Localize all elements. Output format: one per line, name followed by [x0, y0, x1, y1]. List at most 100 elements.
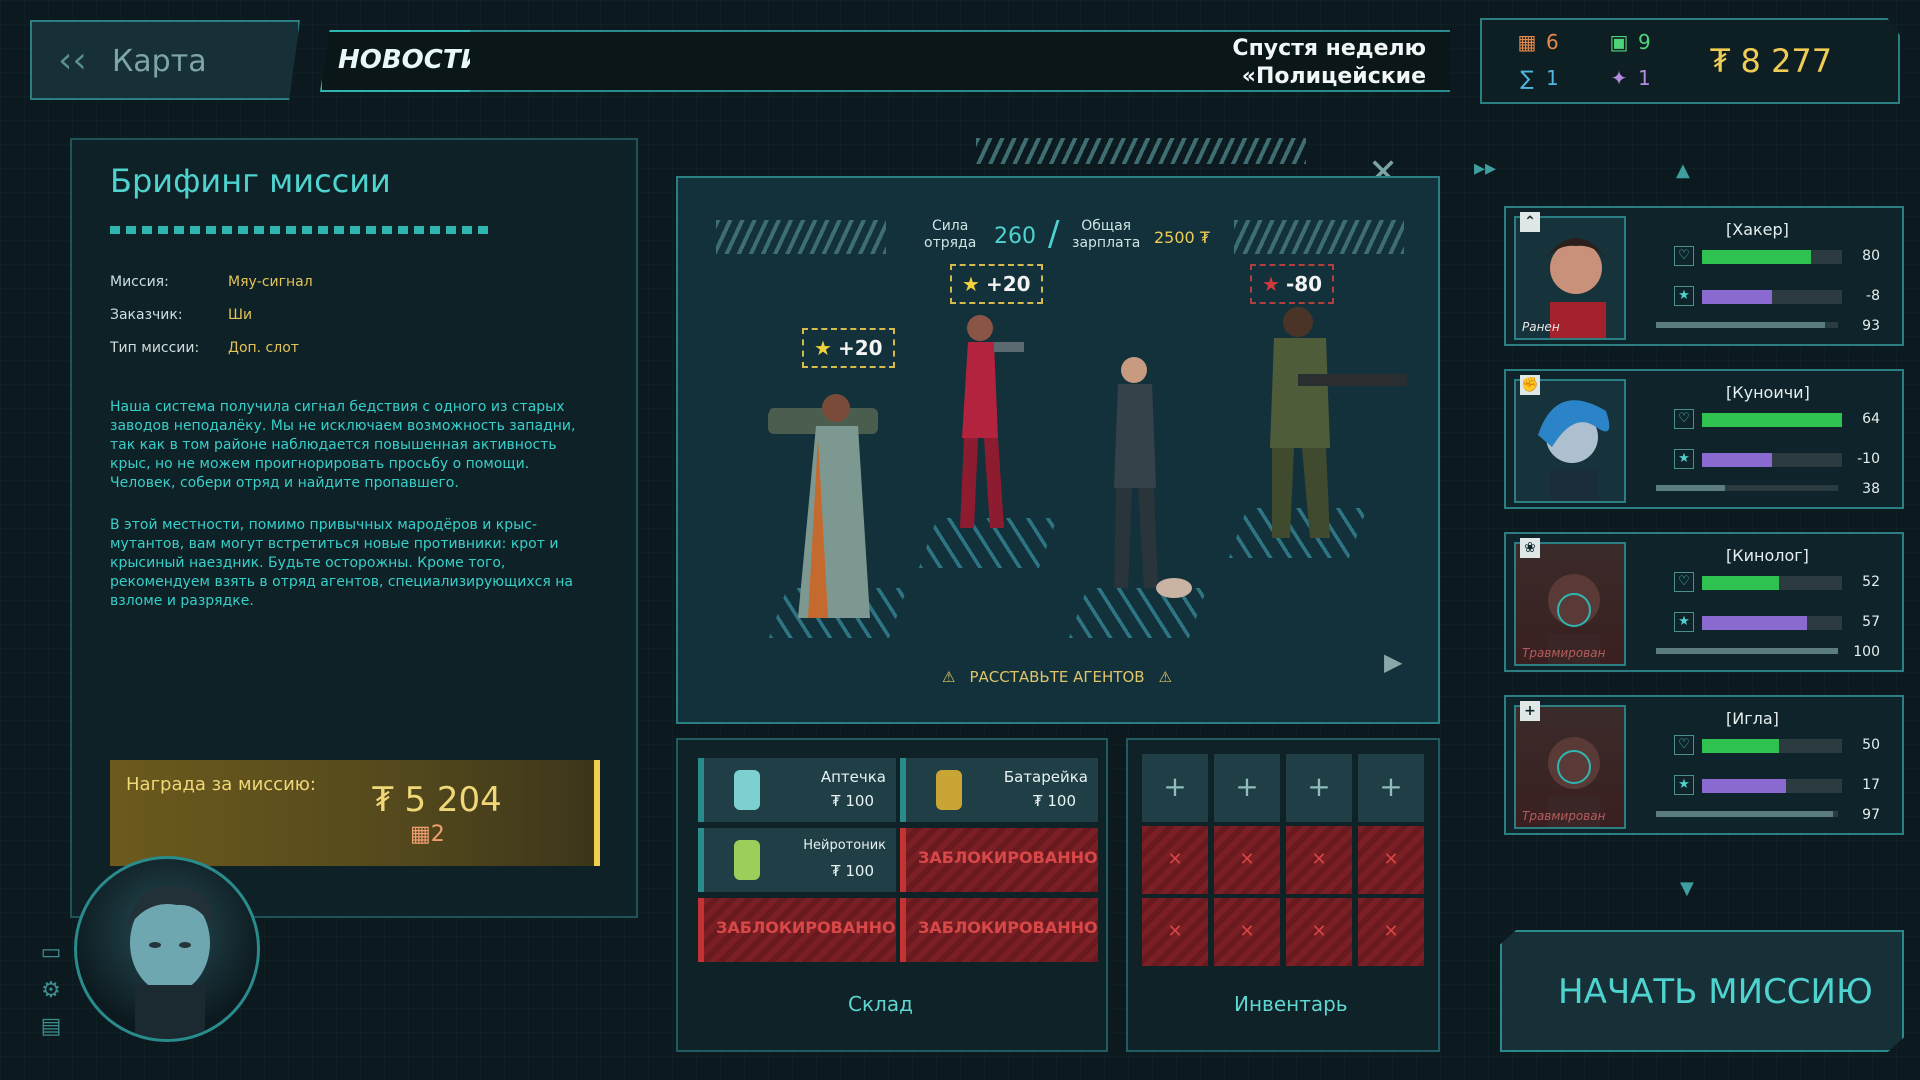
inventory-add-slot[interactable]: + — [1214, 754, 1280, 822]
xp-fill — [1656, 322, 1826, 328]
news-tab[interactable]: НОВОСТИ — [320, 30, 480, 92]
chip-icon: ▦ — [1517, 30, 1537, 54]
star-icon: ★ — [814, 336, 832, 360]
agent-name: [Кинолог] — [1726, 546, 1809, 565]
morale-star-icon: ★ — [1674, 286, 1694, 306]
journal-icon[interactable]: ▤ — [36, 1014, 66, 1040]
settings-gear-icon[interactable]: ⚙ — [36, 978, 66, 1004]
paw-icon: ❀ — [1520, 538, 1540, 558]
back-to-map-button[interactable]: ‹‹ Карта — [30, 20, 300, 100]
inventory-locked-slot: ✕ — [1214, 898, 1280, 966]
agent-figure[interactable] — [1238, 298, 1408, 548]
neurotonic-icon — [734, 840, 760, 880]
agent-name: [Куноичи] — [1726, 383, 1810, 402]
health-value: 50 — [1862, 737, 1880, 753]
plus-icon: + — [1520, 701, 1540, 721]
roster-card-hacker[interactable]: Ранен ⌃ [Хакер] ♡ 80 ★ -8 93 — [1504, 206, 1904, 346]
strength-label: Сила отряда — [924, 218, 977, 251]
health-icon: ♡ — [1674, 735, 1694, 755]
store-item-battery[interactable]: Батарейка ₮ 100 — [900, 758, 1098, 822]
decor-stripes — [1234, 220, 1404, 254]
commander-avatar[interactable] — [74, 856, 260, 1042]
xp-value: 100 — [1853, 644, 1880, 660]
agent-figure[interactable] — [1078, 348, 1198, 598]
locked-label: ЗАБЛОКИРОВАННО — [716, 918, 896, 937]
agent-status: Травмирован — [1522, 646, 1606, 660]
xp-value: 97 — [1862, 807, 1880, 823]
inventory-locked-slot: ✕ — [1358, 826, 1424, 894]
agent-portrait: Ранен — [1514, 216, 1626, 340]
agent-name: [Хакер] — [1726, 220, 1789, 239]
start-mission-label: НАЧАТЬ МИССИЮ — [1558, 972, 1873, 1012]
xp-bar — [1656, 322, 1838, 328]
xp-fill — [1656, 648, 1838, 654]
star-icon: ★ — [1262, 272, 1280, 296]
morale-star-icon: ★ — [1674, 612, 1694, 632]
morale-star-icon: ★ — [1674, 775, 1694, 795]
agent-figure[interactable] — [928, 308, 1038, 538]
reward-extra: ▦2 — [410, 822, 445, 847]
reward-label: Награда за миссию: — [126, 774, 316, 795]
agent-figure[interactable] — [758, 368, 908, 628]
inventory-locked-slot: ✕ — [1142, 826, 1208, 894]
morale-value: 17 — [1862, 777, 1880, 793]
resources-panel: ▦ 6 ▣ 9 ∑ 1 ✦ 1 ₮ 8 277 — [1480, 18, 1900, 104]
agent-portrait — [1514, 379, 1626, 503]
agent-name: [Игла] — [1726, 709, 1779, 728]
start-mission-button[interactable]: НАЧАТЬ МИССИЮ — [1500, 930, 1904, 1052]
scroll-up-icon[interactable]: ▲ — [1676, 160, 1690, 181]
agent-portrait: Травмирован — [1514, 542, 1626, 666]
health-value: 80 — [1862, 248, 1880, 264]
morale-star-icon: ★ — [1674, 449, 1694, 469]
rank-icon: ⌃ — [1520, 212, 1540, 232]
fast-forward-icon[interactable]: ▸▸ — [1474, 156, 1496, 181]
briefing-paragraph-2: В этой местности, помимо привычных марод… — [110, 517, 573, 609]
cameras-count: 9 — [1638, 30, 1651, 54]
health-value: 64 — [1862, 411, 1880, 427]
health-bar — [1702, 250, 1842, 264]
squad-stage[interactable]: Сила отряда 260 / Общая зарплата 2500 ₮ ★ +… — [676, 176, 1440, 724]
warning-icon: ⚠ — [1158, 668, 1172, 686]
morale-value: -10 — [1857, 451, 1880, 467]
field-key: Заказчик: — [110, 307, 183, 323]
mission-reward: Награда за миссию: ₮ 5 204 ▦2 — [110, 760, 600, 866]
agent-status: Травмирован — [1522, 809, 1606, 823]
scroll-down-icon[interactable]: ▼ — [1680, 878, 1694, 899]
health-bar — [1702, 413, 1842, 427]
inventory-locked-slot: ✕ — [1286, 826, 1352, 894]
store-slot-locked: ЗАБЛОКИРОВАННО — [900, 828, 1098, 892]
briefing-title: Брифинг миссии — [110, 162, 391, 200]
health-bar — [1702, 739, 1842, 753]
field-key: Миссия: — [110, 274, 169, 290]
briefing-paragraph-1: Наша система получила сигнал бедствия с … — [110, 399, 576, 491]
divider-slash: / — [1048, 214, 1060, 254]
news-label: НОВОСТИ — [338, 45, 483, 75]
locked-label: ЗАБЛОКИРОВАННО — [918, 848, 1098, 867]
chip-icon: ▦ — [410, 822, 431, 847]
store-item-medkit[interactable]: Аптечка ₮ 100 — [698, 758, 896, 822]
agent-bonus-badge: ★ +20 — [802, 328, 895, 368]
xp-fill — [1656, 811, 1833, 817]
back-label: Карта — [112, 44, 207, 79]
health-icon: ♡ — [1674, 572, 1694, 592]
reward-money: ₮ 5 204 — [372, 780, 502, 820]
mission-briefing-panel: Брифинг миссии Миссия: Мяу-сигнал Заказчи… — [70, 138, 638, 918]
roster-card-dog-handler[interactable]: Травмирован ❀ [Кинолог] ♡ 52 ★ 57 100 — [1504, 532, 1904, 672]
news-ticker[interactable]: Спустя неделю «Полицейские — [470, 30, 1450, 92]
decor-stripes — [716, 220, 886, 254]
chat-icon[interactable]: ▭ — [36, 940, 66, 966]
store-item-neurotonic[interactable]: Нейротоник ₮ 100 — [698, 828, 896, 892]
xp-bar — [1656, 811, 1838, 817]
roster-card-kunoichi[interactable]: ✊ [Куноичи] ♡ 64 ★ -10 38 — [1504, 369, 1904, 509]
runner-icon: ✦ — [1610, 66, 1628, 90]
warning-icon: ⚠ — [942, 668, 956, 686]
inventory-add-slot[interactable]: + — [1358, 754, 1424, 822]
agent-status: Ранен — [1522, 320, 1560, 334]
roster-card-needle[interactable]: Травмирован + [Игла] ♡ 50 ★ 17 97 — [1504, 695, 1904, 835]
briefing-divider — [110, 226, 490, 234]
inventory-add-slot[interactable]: + — [1286, 754, 1352, 822]
inventory-add-slot[interactable]: + — [1142, 754, 1208, 822]
xp-value: 93 — [1862, 318, 1880, 334]
morale-bar — [1702, 453, 1842, 467]
morale-value: -8 — [1866, 288, 1880, 304]
